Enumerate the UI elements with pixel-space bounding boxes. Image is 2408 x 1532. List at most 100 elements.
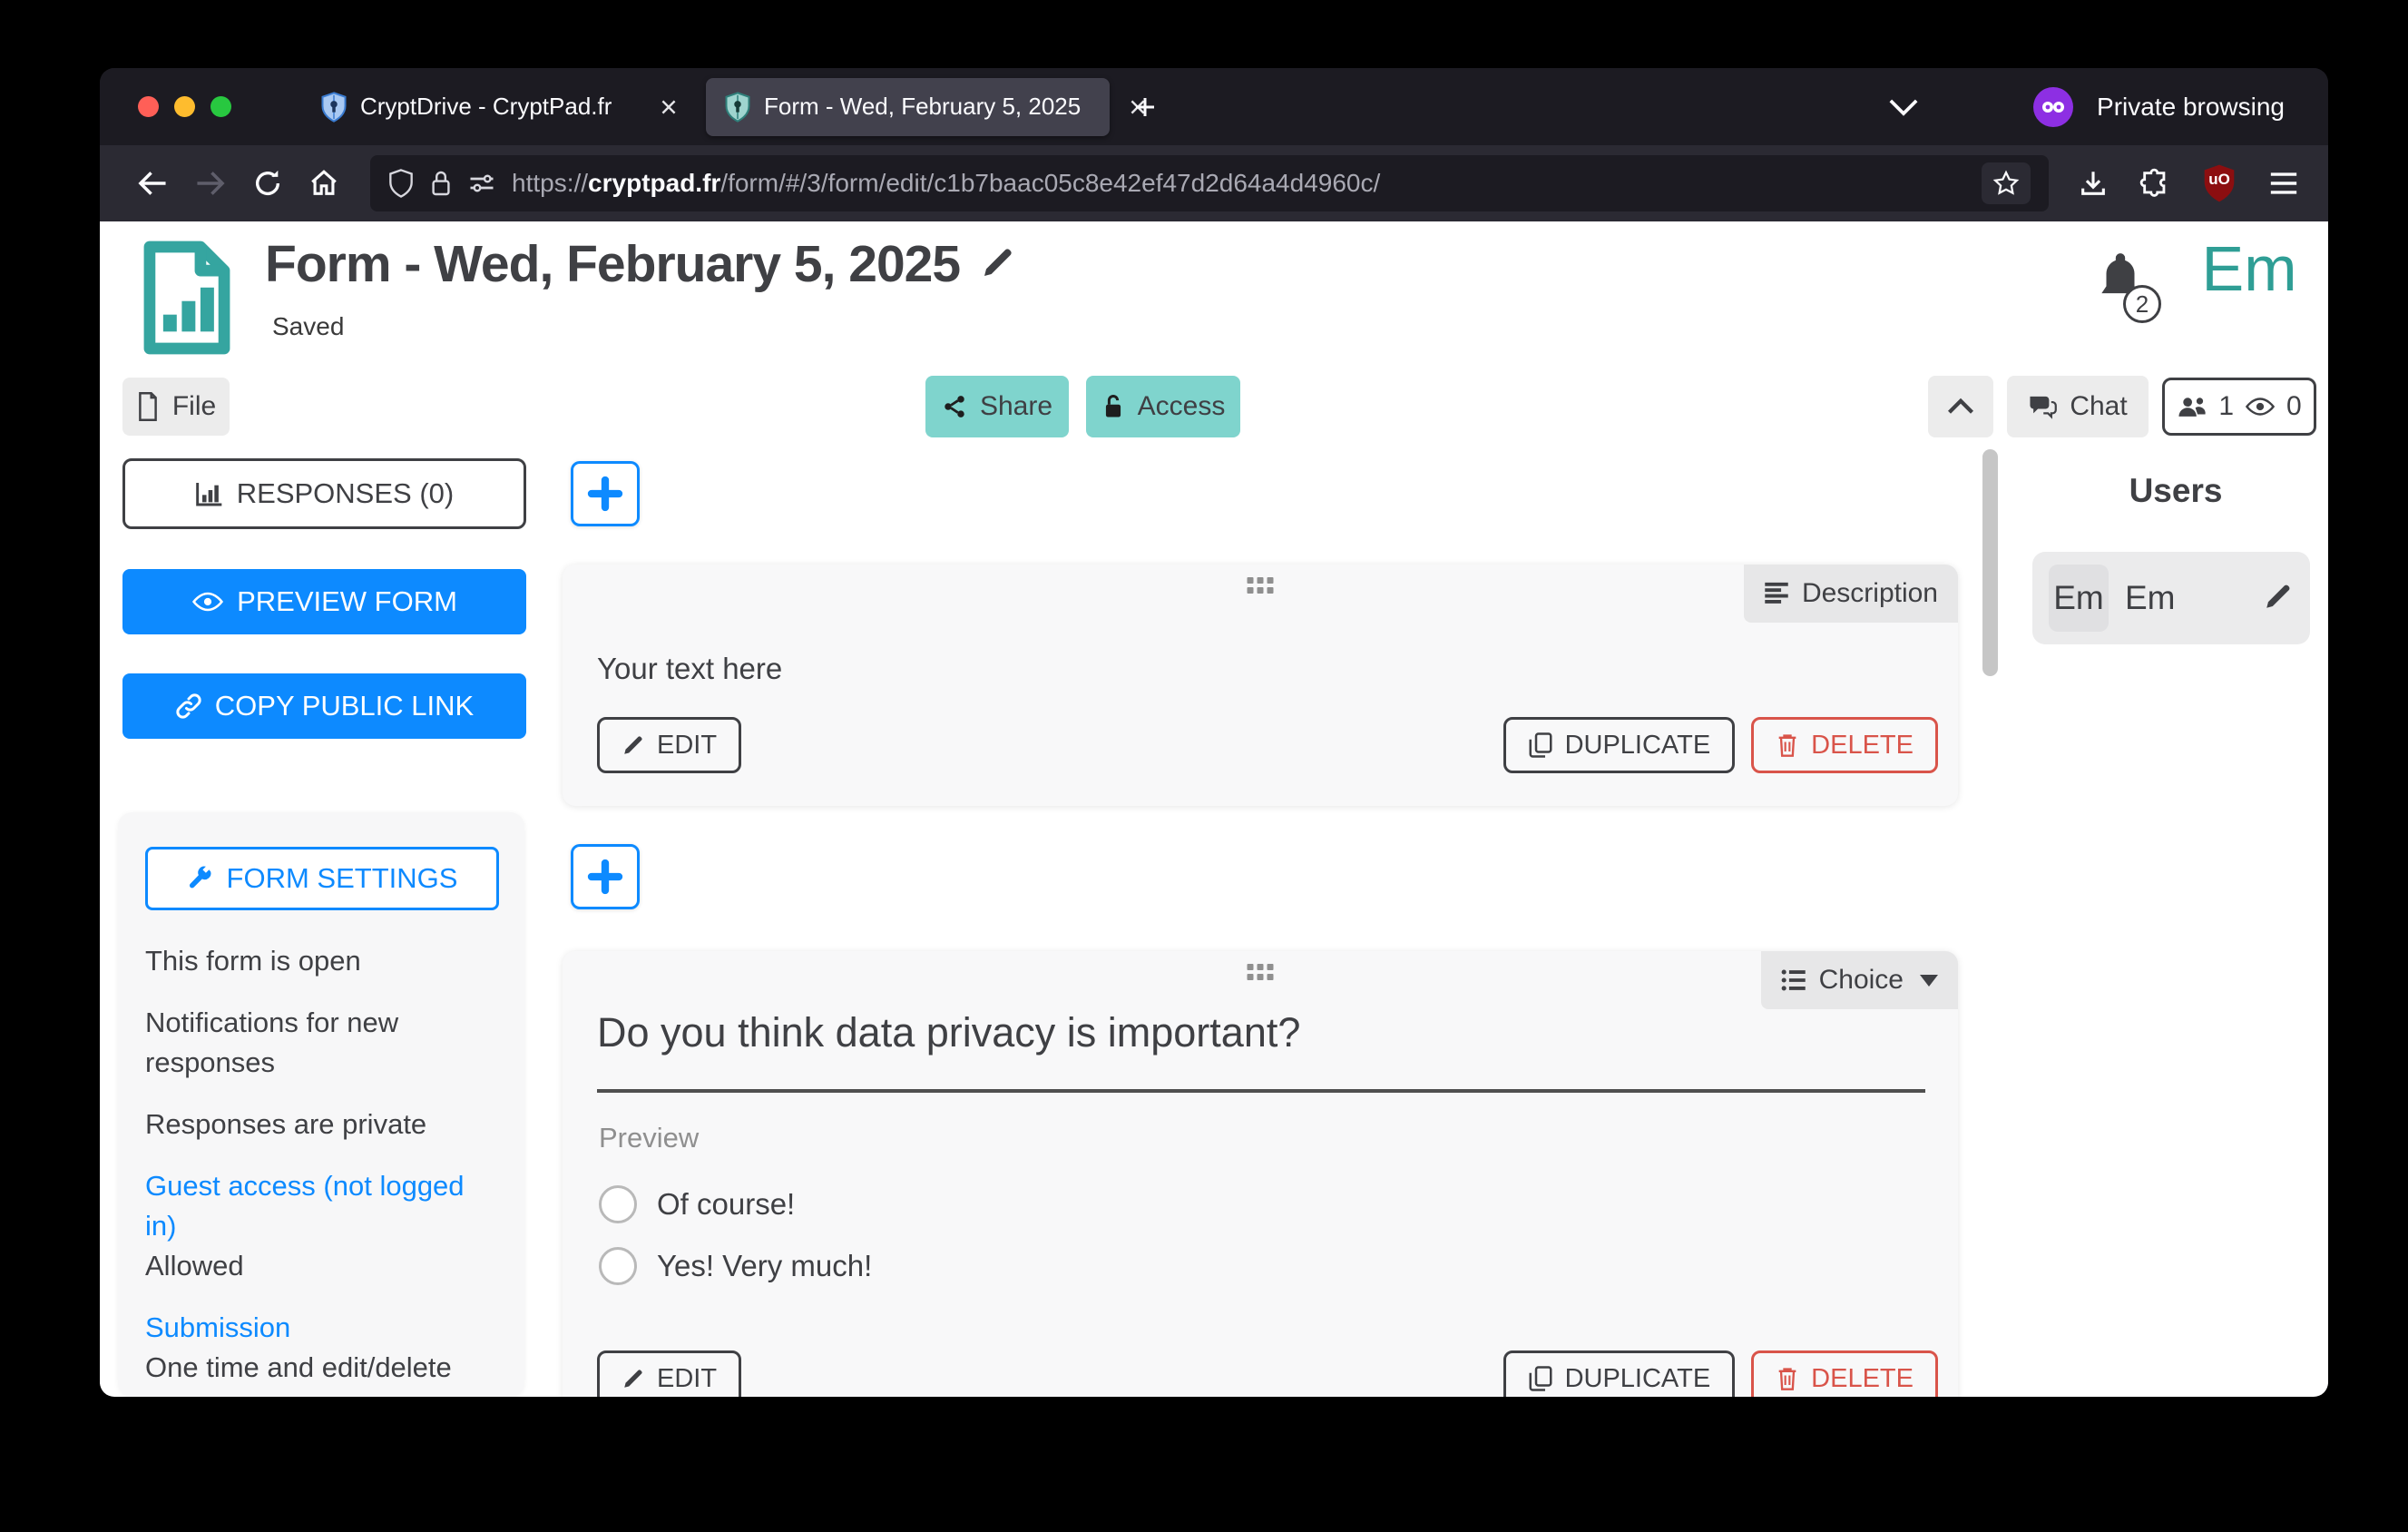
- submission-link[interactable]: Submission: [145, 1308, 497, 1348]
- question-underline: [597, 1089, 1925, 1093]
- duplicate-button[interactable]: DUPLICATE: [1503, 1350, 1736, 1397]
- zoom-window-button[interactable]: [210, 96, 231, 117]
- menu-hamburger-icon[interactable]: [2268, 170, 2299, 197]
- block-type-choice-dropdown[interactable]: Choice: [1761, 951, 1958, 1009]
- delete-button[interactable]: DELETE: [1751, 717, 1938, 773]
- chat-bubbles-icon: [2028, 394, 2057, 419]
- collapse-toolbar-button[interactable]: [1928, 376, 1993, 437]
- chevron-down-icon: [1920, 975, 1938, 987]
- radio-button[interactable]: [599, 1185, 637, 1223]
- tab-close-icon[interactable]: [659, 97, 679, 117]
- tab-form-active[interactable]: Form - Wed, February 5, 2025: [706, 78, 1110, 136]
- file-menu-label: File: [172, 391, 216, 422]
- titlebar-right: Private browsing: [1888, 87, 2285, 127]
- cryptpad-form-shield-icon: [724, 92, 751, 123]
- file-icon: [136, 392, 160, 421]
- browser-window: CryptDrive - CryptPad.fr Form - Wed, Feb…: [100, 68, 2328, 1397]
- permissions-icon[interactable]: [468, 171, 495, 196]
- duplicate-icon: [1528, 732, 1553, 759]
- submission-value: One time and edit/delete: [145, 1348, 497, 1388]
- form-settings-panel: FORM SETTINGS This form is open Notifica…: [118, 812, 524, 1397]
- url-bar[interactable]: https://cryptpad.fr/form/#/3/form/edit/c…: [370, 155, 2049, 211]
- reload-icon[interactable]: [240, 168, 296, 199]
- chat-button[interactable]: Chat: [2007, 376, 2149, 437]
- user-count-indicator[interactable]: 1 0: [2162, 378, 2316, 436]
- copy-public-link-label: COPY PUBLIC LINK: [215, 690, 474, 722]
- choice-option: Of course!: [599, 1185, 795, 1223]
- back-icon[interactable]: [123, 169, 181, 198]
- account-avatar[interactable]: Em: [2188, 232, 2310, 305]
- edit-label: EDIT: [657, 731, 717, 761]
- question-text[interactable]: Do you think data privacy is important?: [597, 1009, 1300, 1056]
- bar-chart-icon: [195, 480, 224, 507]
- minimize-window-button[interactable]: [174, 96, 195, 117]
- document-title-row: Form - Wed, February 5, 2025: [265, 234, 1016, 294]
- downloads-icon[interactable]: [2078, 168, 2109, 199]
- users-icon: [2177, 395, 2207, 418]
- responses-label: RESPONSES (0): [237, 477, 454, 510]
- navbar-right-icons: uO: [2078, 163, 2299, 203]
- tab-bar: CryptDrive - CryptPad.fr Form - Wed, Feb…: [100, 68, 2328, 145]
- share-button[interactable]: Share: [925, 376, 1069, 437]
- edit-name-pencil-icon[interactable]: [2263, 581, 2294, 616]
- add-block-button[interactable]: [571, 461, 640, 526]
- copy-public-link-button[interactable]: COPY PUBLIC LINK: [122, 673, 526, 739]
- rename-pencil-icon[interactable]: [980, 244, 1016, 285]
- close-window-button[interactable]: [138, 96, 159, 117]
- delete-label: DELETE: [1811, 1364, 1914, 1394]
- trash-icon: [1776, 732, 1799, 758]
- access-button[interactable]: Access: [1086, 376, 1240, 437]
- edit-button[interactable]: EDIT: [597, 1350, 741, 1397]
- description-block: Description Your text here EDIT DUPLICAT…: [563, 565, 1958, 806]
- lock-icon[interactable]: [430, 169, 452, 198]
- guest-access-link[interactable]: Guest access (not logged in): [145, 1166, 497, 1246]
- ublock-origin-icon[interactable]: uO: [2201, 163, 2237, 203]
- wrench-icon: [187, 865, 214, 892]
- form-settings-summary: This form is open Notifications for new …: [145, 941, 497, 1388]
- eye-icon: [191, 590, 224, 614]
- duplicate-label: DUPLICATE: [1565, 1364, 1711, 1394]
- drag-handle-icon[interactable]: [1248, 577, 1274, 594]
- trash-icon: [1776, 1366, 1799, 1391]
- vertical-scrollbar[interactable]: [1982, 449, 1998, 676]
- cryptpad-app: Form - Wed, February 5, 2025 Saved 2 Em …: [100, 221, 2328, 1397]
- form-settings-button[interactable]: FORM SETTINGS: [145, 847, 499, 910]
- drag-handle-icon[interactable]: [1248, 964, 1274, 980]
- cryptpad-shield-icon: [320, 92, 347, 123]
- bookmark-star-icon[interactable]: [1982, 162, 2031, 204]
- option-label: Yes! Very much!: [657, 1249, 872, 1283]
- form-settings-label: FORM SETTINGS: [227, 862, 458, 895]
- responses-button[interactable]: RESPONSES (0): [122, 458, 526, 529]
- forward-icon[interactable]: [181, 169, 240, 198]
- add-block-button[interactable]: [571, 844, 640, 909]
- viewers-eye-icon: [2245, 396, 2276, 417]
- tracking-protection-shield-icon[interactable]: [388, 169, 414, 198]
- plus-icon: [587, 859, 623, 895]
- edit-button[interactable]: EDIT: [597, 717, 741, 773]
- tab-cryptdrive[interactable]: CryptDrive - CryptPad.fr: [302, 78, 706, 136]
- preview-form-button[interactable]: PREVIEW FORM: [122, 569, 526, 634]
- duplicate-button[interactable]: DUPLICATE: [1503, 717, 1736, 773]
- guest-access-value: Allowed: [145, 1246, 497, 1286]
- url-protocol: https://: [512, 169, 588, 197]
- tab-close-icon[interactable]: [1128, 97, 1148, 117]
- radio-button[interactable]: [599, 1247, 637, 1285]
- private-browsing-label: Private browsing: [2097, 93, 2285, 122]
- list-icon: [1781, 968, 1806, 992]
- link-icon: [175, 692, 202, 720]
- url-text[interactable]: https://cryptpad.fr/form/#/3/form/edit/c…: [512, 169, 1965, 198]
- list-tabs-chevron-icon[interactable]: [1888, 97, 1919, 117]
- duplicate-icon: [1528, 1365, 1553, 1392]
- delete-label: DELETE: [1811, 731, 1914, 761]
- delete-button[interactable]: DELETE: [1751, 1350, 1938, 1397]
- setting-open: This form is open: [145, 941, 497, 981]
- file-menu-button[interactable]: File: [122, 378, 230, 436]
- chat-label: Chat: [2070, 391, 2127, 422]
- padlock-icon: [1101, 393, 1125, 420]
- user-name: Em: [2125, 579, 2263, 617]
- user-list-item: Em Em: [2032, 552, 2310, 644]
- extensions-puzzle-icon[interactable]: [2139, 168, 2170, 199]
- notifications-bell-icon[interactable]: 2: [2092, 249, 2149, 309]
- home-icon[interactable]: [296, 168, 352, 199]
- preview-form-label: PREVIEW FORM: [237, 585, 457, 618]
